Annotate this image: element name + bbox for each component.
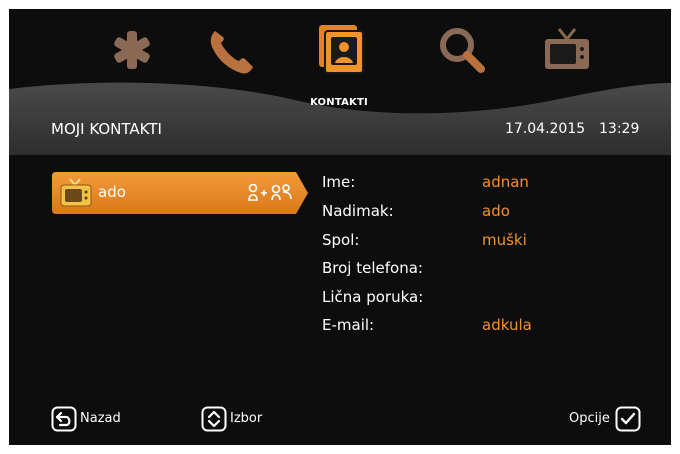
back-icon — [51, 406, 77, 432]
contact-name: ado — [98, 183, 126, 201]
asterisk-icon — [114, 31, 150, 69]
header-time: 13:29 — [599, 121, 640, 137]
detail-label-phone: Broj telefona: — [322, 259, 423, 277]
detail-label-email: E-mail: — [322, 316, 375, 334]
detail-value-email: adkula — [482, 316, 532, 334]
nav-search[interactable] — [435, 23, 499, 87]
tv-screen: KONTAKTI MOJI KONTAKTI 17.04.2015 13:29 — [9, 9, 671, 445]
detail-value-nickname: ado — [482, 202, 510, 220]
check-icon — [615, 406, 641, 432]
active-nav-label: KONTAKTI — [310, 97, 368, 108]
top-navigation: KONTAKTI MOJI KONTAKTI 17.04.2015 13:29 — [9, 9, 671, 159]
nav-tv[interactable] — [539, 23, 603, 87]
contacts-icon — [319, 25, 364, 74]
detail-value-name: adnan — [482, 173, 529, 191]
add-contact-icon — [248, 183, 267, 201]
select-button[interactable]: Izbor — [201, 406, 281, 434]
nav-contacts[interactable] — [311, 19, 375, 83]
up-down-icon — [201, 406, 227, 432]
contact-list-item[interactable]: ado — [52, 172, 308, 214]
header-date: 17.04.2015 — [505, 121, 586, 137]
tv-avatar-icon — [60, 178, 92, 207]
group-icon — [271, 184, 292, 201]
options-label: Opcije — [569, 411, 610, 426]
back-label: Nazad — [80, 411, 121, 426]
nav-asterisk[interactable] — [105, 23, 169, 87]
page-title: MOJI KONTAKTI — [51, 120, 162, 138]
detail-value-gender: muški — [482, 231, 527, 249]
phone-icon — [210, 31, 253, 74]
select-label: Izbor — [230, 411, 263, 426]
contact-status-icons — [248, 183, 292, 201]
nav-phone[interactable] — [201, 23, 265, 87]
detail-label-nickname: Nadimak: — [322, 202, 394, 220]
back-button[interactable]: Nazad — [51, 406, 141, 434]
search-icon — [440, 28, 485, 73]
options-button[interactable]: Opcije — [569, 406, 649, 434]
detail-label-name: Ime: — [322, 173, 356, 191]
detail-label-personal-message: Lična poruka: — [322, 288, 424, 306]
detail-label-gender: Spol: — [322, 231, 360, 249]
tv-icon — [545, 28, 589, 69]
